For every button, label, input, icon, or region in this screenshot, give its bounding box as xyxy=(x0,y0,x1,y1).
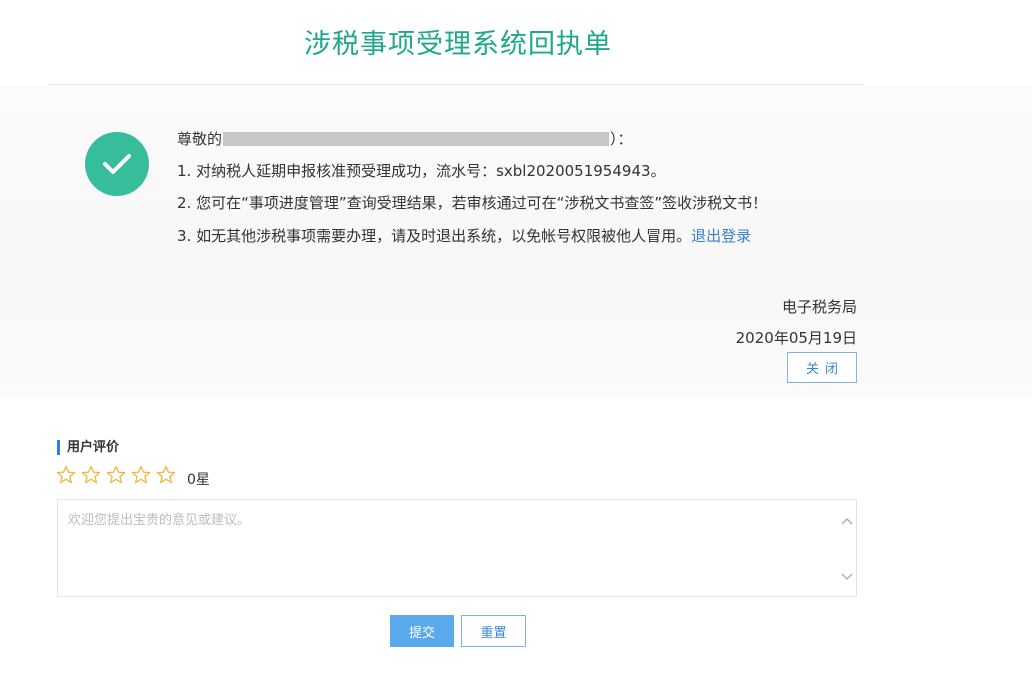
close-button[interactable]: 关闭 xyxy=(787,352,857,383)
scroll-up-icon[interactable] xyxy=(840,514,854,528)
star-icon-4[interactable] xyxy=(131,465,151,485)
greeting-suffix: ）： xyxy=(610,130,633,148)
receipt-greeting: 尊敬的 ）： xyxy=(177,128,633,149)
receipt-line-1: 1. 对纳税人延期申报核准预受理成功，流水号：sxbl2020051954943… xyxy=(177,162,666,180)
receipt-line-3: 3. 如无其他涉税事项需要办理，请及时退出系统，以免帐号权限被他人冒用。退出登录 xyxy=(177,225,751,246)
receipt-line-2: 2. 您可在“事项进度管理”查询受理结果，若审核通过可在“涉税文书查签”签收涉税… xyxy=(177,194,768,212)
scroll-down-icon[interactable] xyxy=(840,570,854,584)
rating-section-title: 用户评价 xyxy=(57,440,119,455)
logout-link[interactable]: 退出登录 xyxy=(691,227,751,245)
star-icon-5[interactable] xyxy=(156,465,176,485)
success-check-icon xyxy=(85,132,149,196)
star-icon-3[interactable] xyxy=(106,465,126,485)
feedback-box xyxy=(57,499,857,597)
receipt-line-3-text: 3. 如无其他涉税事项需要办理，请及时退出系统，以免帐号权限被他人冒用。 xyxy=(177,227,692,245)
page-title: 涉税事项受理系统回执单 xyxy=(304,29,612,60)
redacted-taxpayer-name xyxy=(223,132,610,146)
submit-button[interactable]: 提交 xyxy=(390,615,454,647)
greeting-prefix: 尊敬的 xyxy=(177,130,223,148)
issuer-name: 电子税务局 xyxy=(781,298,857,316)
star-icon-2[interactable] xyxy=(81,465,101,485)
title-divider xyxy=(48,84,864,85)
feedback-textarea[interactable] xyxy=(58,500,838,596)
issue-date: 2020年05月19日 xyxy=(735,329,857,347)
star-icon-1[interactable] xyxy=(56,465,76,485)
star-rating[interactable] xyxy=(56,465,176,485)
star-count: 0星 xyxy=(187,472,210,488)
reset-button[interactable]: 重置 xyxy=(461,615,526,647)
